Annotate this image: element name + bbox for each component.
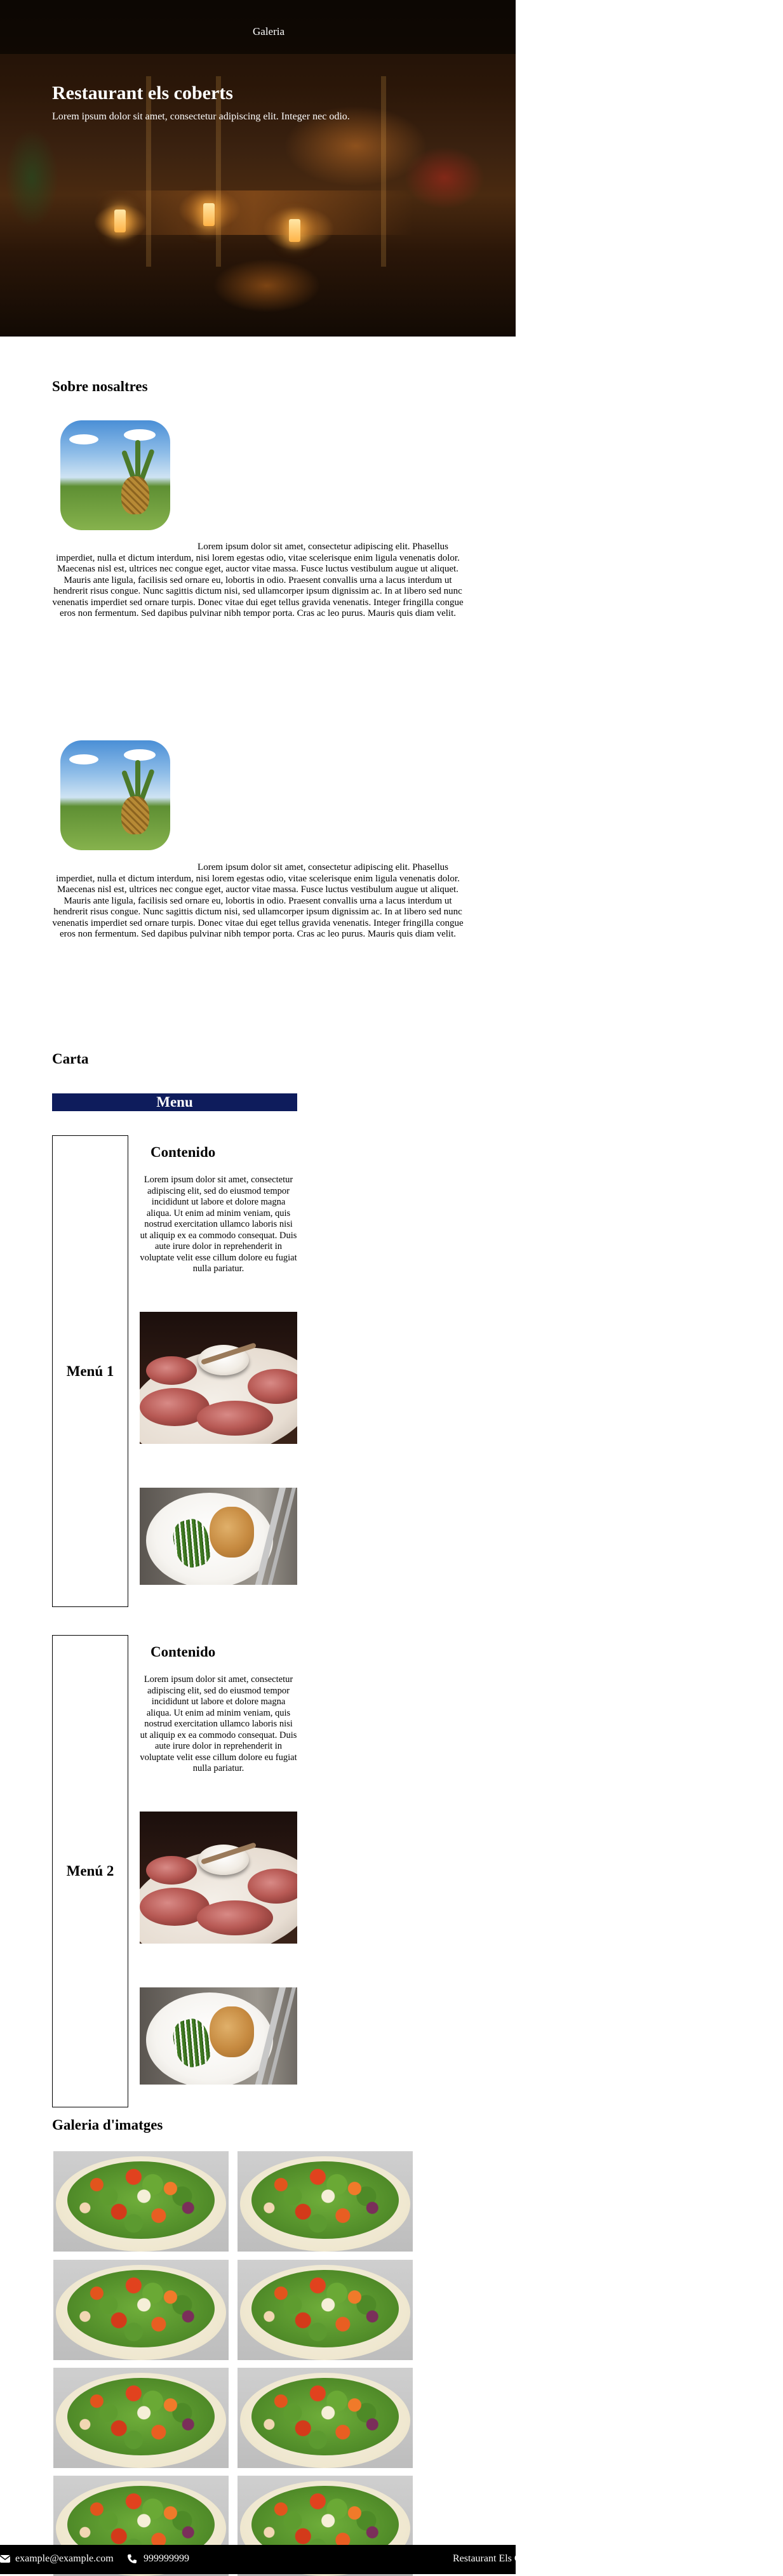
phone-icon — [128, 2554, 137, 2563]
about-section-title: Sobre nosaltres — [52, 378, 148, 394]
menu-2-label[interactable]: Menú 2 — [52, 1635, 128, 2107]
envelope-icon — [0, 2555, 10, 2563]
about-image-pineapple — [60, 740, 170, 850]
hero-plant-decor — [0, 108, 76, 254]
about-image-pineapple — [60, 420, 170, 530]
menu-1-label-text: Menú 1 — [66, 1363, 114, 1379]
menu-2-photo-chicken — [140, 1987, 297, 2085]
gallery-image[interactable] — [238, 2151, 413, 2252]
menu-2-content-text: Lorem ipsum dolor sit amet, consectetur … — [140, 1674, 297, 1773]
site-footer-main: example@example.com 999999999 Restaurant… — [0, 2545, 516, 2574]
menu-1-label[interactable]: Menú 1 — [52, 1135, 128, 1607]
hero-beam-decor — [381, 76, 386, 267]
hero-subtitle: Lorem ipsum dolor sit amet, consectetur … — [52, 111, 350, 122]
hero-beam-decor — [216, 76, 221, 267]
footer-phone[interactable]: 999999999 — [144, 2553, 189, 2565]
gallery-image[interactable] — [53, 2368, 229, 2468]
footer-email[interactable]: example@example.com — [15, 2553, 114, 2565]
hero-title: Restaurant els coberts — [52, 83, 233, 103]
gallery-image[interactable] — [53, 2151, 229, 2252]
menu-2-content-title: Contenido — [151, 1644, 216, 1660]
hero-beam-decor — [146, 76, 151, 267]
about-text: Lorem ipsum dolor sit amet, consectetur … — [52, 862, 464, 939]
nav-link-galeria[interactable]: Galeria — [253, 25, 284, 38]
carta-section-title: Carta — [52, 1051, 89, 1067]
hero-lamp-decor — [203, 203, 215, 226]
menu-2-photo-ham — [140, 1812, 297, 1944]
gallery-image[interactable] — [53, 2260, 229, 2360]
menu-1-photo-ham — [140, 1312, 297, 1444]
about-text: Lorem ipsum dolor sit amet, consectetur … — [52, 542, 464, 618]
hero-counter-decor — [95, 190, 413, 235]
hero-lamp-decor — [289, 219, 300, 242]
menu-1-content-title: Contenido — [151, 1144, 216, 1160]
menu-1-content-text: Lorem ipsum dolor sit amet, consectetur … — [140, 1175, 297, 1274]
footer-brand: Restaurant Els Coberts — [453, 2553, 516, 2564]
gallery-image[interactable] — [238, 2260, 413, 2360]
page: Galeria Restaurant els coberts Lorem ips… — [0, 0, 783, 2576]
gallery-image[interactable] — [238, 2368, 413, 2468]
hero-lamp-decor — [114, 210, 126, 232]
menu-1-photo-chicken — [140, 1488, 297, 1585]
gallery-section-title: Galeria d'imatges — [52, 2117, 163, 2133]
menu-header: Menu — [52, 1093, 297, 1111]
menu-2-label-text: Menú 2 — [66, 1863, 114, 1879]
hero-banner: Galeria Restaurant els coberts Lorem ips… — [0, 0, 516, 337]
